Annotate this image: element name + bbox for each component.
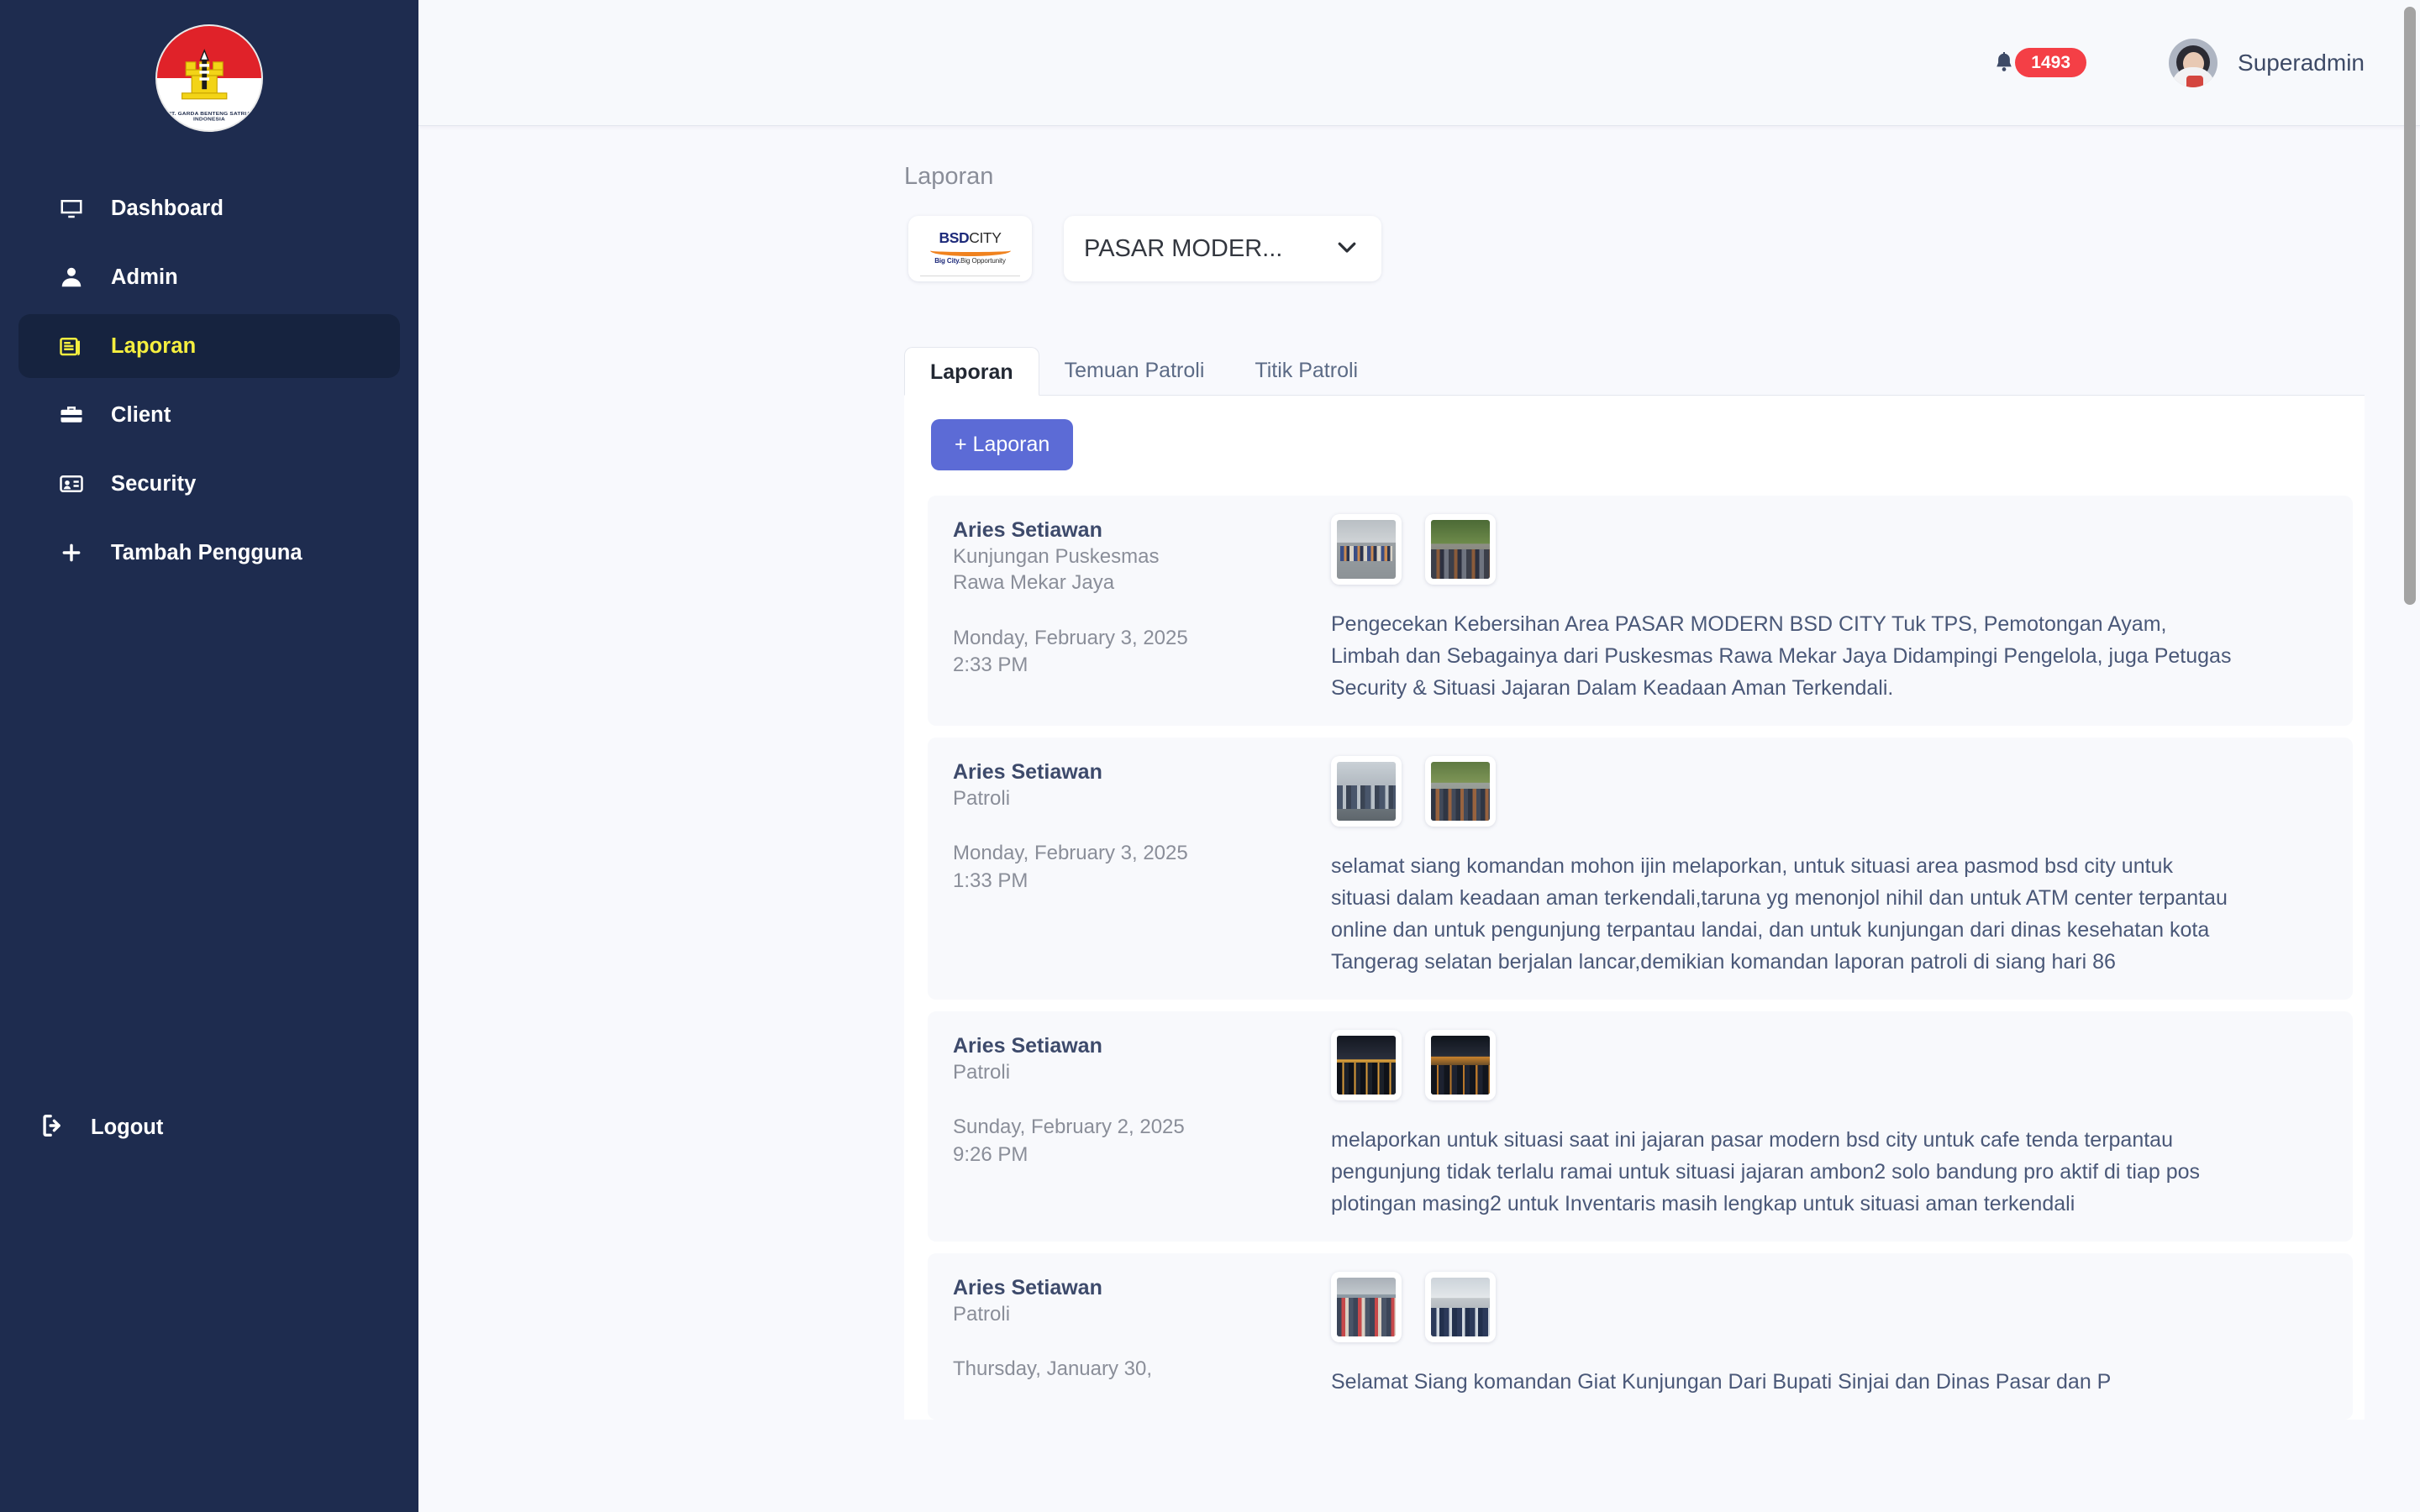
report-date: Thursday, January 30, <box>953 1357 1153 1381</box>
topbar: 1493 Superadmin <box>418 0 2420 126</box>
report-author: Aries Setiawan <box>953 518 1102 542</box>
add-laporan-button[interactable]: + Laporan <box>931 419 1074 470</box>
client-logo-tagline-bold: Big City. <box>934 256 961 265</box>
report-meta: Aries Setiawan Patroli Sunday, February … <box>928 1023 1331 1168</box>
tab-panel-laporan: + Laporan Aries Setiawan Kunjungan Puske… <box>904 396 2365 1420</box>
avatar <box>2169 38 2218 87</box>
report-date: Monday, February 3, 2025 <box>953 626 1188 649</box>
tabbar: Laporan Temuan Patroli Titik Patroli <box>904 347 2365 396</box>
notifications-button[interactable]: 1493 <box>1990 47 2087 79</box>
sidebar-item-label: Dashboard <box>111 196 224 220</box>
report-time: 1:33 PM <box>953 869 1028 892</box>
report-meta: Aries Setiawan Patroli Monday, February … <box>928 749 1331 895</box>
id-card-icon <box>57 470 86 498</box>
site-select-value: PASAR MODER... <box>1084 234 1283 262</box>
report-description: Selamat Siang komandan Giat Kunjungan Da… <box>1331 1370 2112 1394</box>
report-thumbnails <box>1331 1265 2328 1342</box>
report-time: 2:33 PM <box>953 654 1028 677</box>
content-scroll-area[interactable]: Laporan BSDCITY Big City.Big Opportunity… <box>418 126 2420 1512</box>
report-thumbnail[interactable] <box>1425 1272 1496 1342</box>
sidebar-item-label: Client <box>111 402 171 427</box>
report-thumbnail[interactable] <box>1331 1272 1402 1342</box>
notification-count-badge: 1493 <box>2015 48 2087 77</box>
reports-card: Laporan Temuan Patroli Titik Patroli + L… <box>904 347 2365 1420</box>
report-date: Sunday, February 2, 2025 <box>953 1116 1185 1139</box>
tab-titik-patroli[interactable]: Titik Patroli <box>1229 346 1383 395</box>
chevron-down-icon <box>1334 234 1360 264</box>
report-thumbnail[interactable] <box>1425 514 1496 585</box>
tab-laporan[interactable]: Laporan <box>904 347 1039 396</box>
report-type-line: Patroli <box>953 1303 1011 1326</box>
report-description: selamat siang komandan mohon ijin melapo… <box>1331 854 2228 974</box>
swoosh-graphic <box>929 245 1011 256</box>
report-thumbnail[interactable] <box>1331 1030 1402 1100</box>
brand-logo: PT. GARDA BENTENG SATRIA INDONESIA <box>0 15 418 141</box>
report-type-line: Rawa Mekar Jaya <box>953 571 1115 595</box>
castle-icon <box>182 49 228 100</box>
report-thumbnail[interactable] <box>1331 514 1402 585</box>
tab-temuan-patroli[interactable]: Temuan Patroli <box>1039 346 1230 395</box>
main-area: 1493 Superadmin Laporan BSDCITY Big City… <box>418 0 2420 1512</box>
table-row[interactable]: Aries Setiawan Patroli Thursday, January… <box>928 1253 2353 1420</box>
report-thumbnails <box>1331 749 2328 827</box>
client-logo-brand-bold: BSD <box>939 229 970 247</box>
sidebar-item-laporan[interactable]: Laporan <box>18 314 400 378</box>
sidebar-item-security[interactable]: Security <box>18 452 400 516</box>
report-type-line: Kunjungan Puskesmas <box>953 545 1160 569</box>
sidebar-nav: Dashboard Admin Laporan Client Security … <box>0 171 418 590</box>
report-thumbnail[interactable] <box>1425 1030 1496 1100</box>
logo-ring-text: PT. GARDA BENTENG SATRIA INDONESIA <box>167 111 251 123</box>
report-author: Aries Setiawan <box>953 760 1102 784</box>
sidebar-item-label: Tambah Pengguna <box>111 540 302 564</box>
app-root: PT. GARDA BENTENG SATRIA INDONESIA Dashb… <box>0 0 2420 1512</box>
sidebar-item-admin[interactable]: Admin <box>18 245 400 309</box>
sidebar-item-dashboard[interactable]: Dashboard <box>18 176 400 240</box>
user-icon <box>57 263 86 291</box>
report-thumbnail[interactable] <box>1331 756 1402 827</box>
report-author: Aries Setiawan <box>953 1034 1102 1058</box>
logout-icon <box>39 1111 67 1144</box>
sidebar-item-label: Admin <box>111 265 178 289</box>
report-date: Monday, February 3, 2025 <box>953 842 1188 865</box>
sidebar-item-label: Security <box>111 471 197 496</box>
table-row[interactable]: Aries Setiawan Patroli Sunday, February … <box>928 1011 2353 1242</box>
client-selector-row: BSDCITY Big City.Big Opportunity PASAR M… <box>418 191 2420 281</box>
sidebar-item-label: Laporan <box>111 333 197 358</box>
report-description: melaporkan untuk situasi saat ini jajara… <box>1331 1128 2200 1215</box>
report-author: Aries Setiawan <box>953 1276 1102 1299</box>
logout-button[interactable]: Logout <box>0 1102 418 1152</box>
plus-icon <box>57 538 86 567</box>
table-row[interactable]: Aries Setiawan Kunjungan Puskesmas Rawa … <box>928 496 2353 726</box>
user-menu[interactable]: Superadmin <box>2169 38 2365 87</box>
table-row[interactable]: Aries Setiawan Patroli Monday, February … <box>928 738 2353 1000</box>
client-logo-bsd-city: BSDCITY Big City.Big Opportunity <box>908 216 1032 281</box>
report-thumbnail[interactable] <box>1425 756 1496 827</box>
reports-list: Aries Setiawan Kunjungan Puskesmas Rawa … <box>904 496 2365 1420</box>
logout-label: Logout <box>91 1115 164 1139</box>
sidebar-item-tambah-pengguna[interactable]: Tambah Pengguna <box>18 521 400 585</box>
sidebar-item-client[interactable]: Client <box>18 383 400 447</box>
bell-icon <box>1990 47 2018 79</box>
report-thumbnails <box>1331 1023 2328 1100</box>
report-description: Pengecekan Kebersihan Area PASAR MODERN … <box>1331 612 2232 700</box>
sidebar: PT. GARDA BENTENG SATRIA INDONESIA Dashb… <box>0 0 418 1512</box>
briefcase-icon <box>57 401 86 429</box>
monitor-icon <box>57 194 86 223</box>
report-type-line: Patroli <box>953 787 1011 811</box>
vertical-scrollbar-thumb[interactable] <box>2404 7 2416 605</box>
report-thumbnails <box>1331 507 2328 585</box>
report-time: 9:26 PM <box>953 1142 1028 1166</box>
page-title: Laporan <box>904 163 994 190</box>
report-icon <box>57 332 86 360</box>
client-logo-tagline-thin: Big Opportunity <box>960 256 1006 265</box>
site-select[interactable]: PASAR MODER... <box>1064 216 1381 281</box>
user-name: Superadmin <box>2238 49 2365 76</box>
client-logo-brand-thin: CITY <box>969 229 1002 247</box>
report-meta: Aries Setiawan Patroli Thursday, January… <box>928 1265 1331 1383</box>
report-type-line: Patroli <box>953 1061 1011 1084</box>
report-meta: Aries Setiawan Kunjungan Puskesmas Rawa … <box>928 507 1331 679</box>
